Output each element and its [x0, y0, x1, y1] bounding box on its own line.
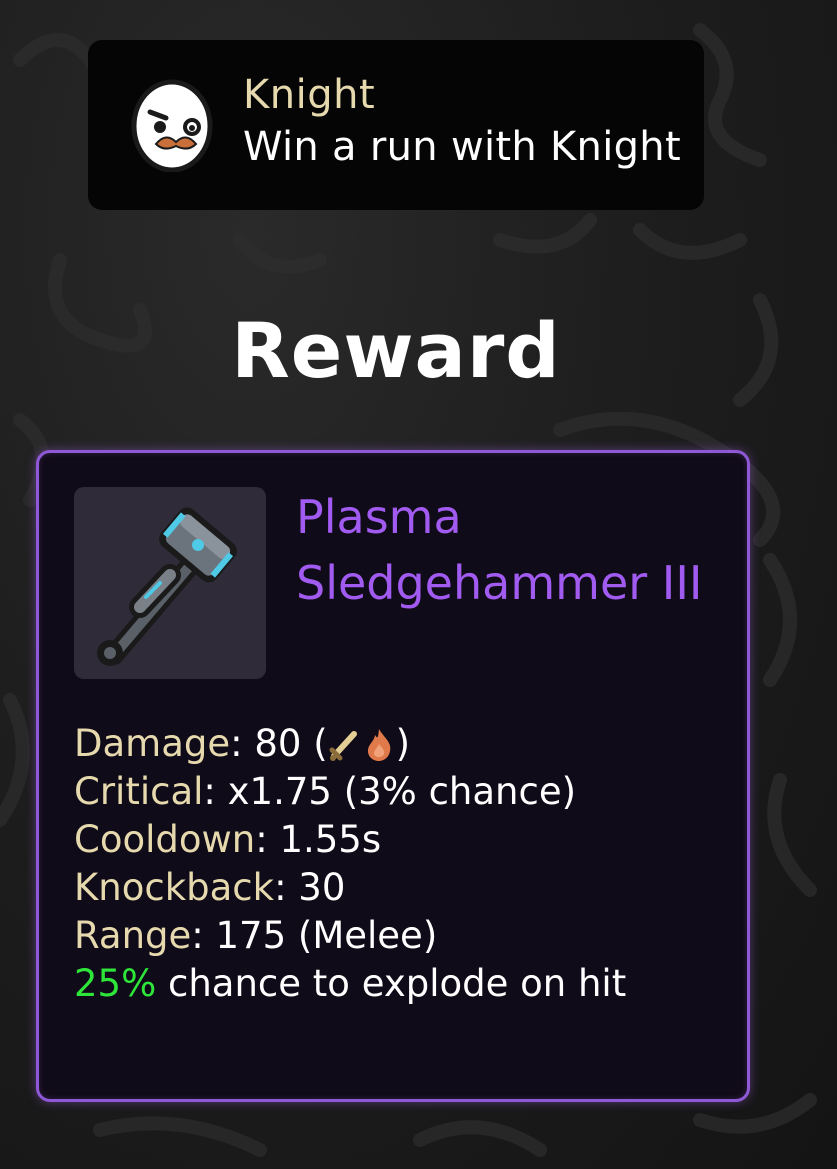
sword-icon: [328, 726, 362, 762]
achievement-title: Knight: [243, 72, 376, 118]
stat-critical-label: Critical: [74, 770, 204, 813]
egg-mustache-character-icon: [128, 72, 220, 173]
stat-range: Range: 175 (Melee): [74, 912, 734, 960]
stat-cooldown-label: Cooldown: [74, 818, 256, 861]
achievement-description: Win a run with Knight: [243, 124, 681, 170]
stat-damage-value: : 80 (: [230, 722, 328, 765]
stat-knockback-label: Knockback: [74, 866, 275, 909]
stat-effect: 25% chance to explode on hit: [74, 960, 734, 1008]
stat-damage: Damage: 80 (): [74, 720, 734, 768]
plasma-sledgehammer-icon: [97, 507, 237, 666]
stat-critical-value: : x1.75 (3% chance): [203, 770, 577, 813]
fire-icon: [362, 726, 396, 762]
stat-knockback: Knockback: 30: [74, 864, 734, 912]
item-name: Plasma Sledgehammer III: [296, 490, 703, 610]
stat-cooldown-value: : 1.55s: [255, 818, 382, 861]
stat-knockback-value: : 30: [274, 866, 346, 909]
item-stats: Damage: 80 () Critical: x1.75 (3% chance…: [74, 720, 734, 1008]
stat-cooldown: Cooldown: 1.55s: [74, 816, 734, 864]
effect-text: chance to explode on hit: [156, 962, 627, 1005]
effect-chance: 25%: [74, 962, 157, 1005]
stat-damage-label: Damage: [74, 722, 231, 765]
stat-critical: Critical: x1.75 (3% chance): [74, 768, 734, 816]
item-icon-frame: [74, 487, 266, 679]
stat-range-value: : 175 (Melee): [191, 914, 438, 957]
stat-range-label: Range: [74, 914, 192, 957]
stat-damage-suffix: ): [395, 722, 411, 765]
reward-heading: Reward: [231, 306, 561, 395]
